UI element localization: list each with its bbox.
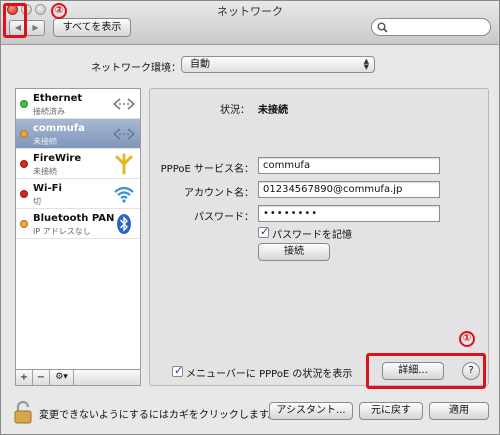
location-value: 自動 [190, 59, 210, 70]
show-all-button[interactable]: すべてを表示 [53, 18, 131, 37]
status-dot-icon [20, 130, 28, 138]
firewire-icon [115, 153, 133, 175]
revert-button[interactable]: 元に戻す [359, 402, 423, 420]
status-label: 状況： [220, 105, 250, 116]
show-pppoe-status-checkbox[interactable]: ✓ [172, 364, 184, 377]
status-dot-icon [20, 160, 28, 168]
show-pppoe-status-label: メニューバーに PPPoE の状況を表示 [186, 369, 353, 380]
window-title: ネットワーク [217, 5, 283, 18]
service-detail-panel: 状況： 未接続 PPPoE サービス名： commufa アカウント名： 012… [149, 88, 489, 386]
service-name: Wi-Fi [33, 183, 62, 194]
service-item-ethernet[interactable]: Ethernet 接続済み [16, 89, 140, 119]
bluetooth-icon [117, 214, 131, 234]
account-name-field[interactable]: 01234567890@commufa.jp [258, 181, 440, 198]
annotation-highlight-advanced [366, 353, 486, 389]
service-item-firewire[interactable]: FireWire 未接続 [16, 149, 140, 179]
service-status: IP アドレスなし [33, 227, 91, 236]
password-label: パスワード： [194, 212, 254, 223]
password-field[interactable]: •••••••• [258, 205, 440, 222]
service-item-wifi[interactable]: Wi-Fi 切 [16, 179, 140, 209]
location-select[interactable]: 自動 ▲ ▼ [181, 56, 375, 73]
lock-instruction-text: 変更できないようにするにはカギをクリックします。 [39, 410, 278, 421]
service-status: 接続済み [33, 107, 65, 116]
service-status: 切 [33, 197, 41, 206]
action-menu-button[interactable]: ⚙▾ [50, 370, 74, 385]
annotation-marker-1: ① [459, 331, 475, 347]
search-field[interactable] [371, 18, 491, 36]
ethernet-icon [113, 128, 135, 140]
checkmark-icon: ✓ [174, 364, 184, 377]
service-name: Ethernet [33, 93, 83, 104]
service-name: Bluetooth PAN [33, 213, 115, 224]
wifi-icon [114, 186, 134, 203]
annotation-highlight-back [3, 3, 27, 38]
assistant-button[interactable]: アシスタント... [269, 402, 353, 420]
pppoe-service-name-field[interactable]: commufa [258, 157, 440, 174]
service-name: FireWire [33, 153, 82, 164]
connect-button[interactable]: 接続 [258, 243, 330, 261]
service-status: 未接続 [33, 137, 57, 146]
remember-password-checkbox[interactable]: ✓ [258, 225, 270, 238]
network-preferences-window: ネットワーク ◀ ▶ すべてを表示 ② ネットワーク環境： 自動 ▲ ▼ Ethe… [0, 0, 500, 435]
account-name-label: アカウント名： [184, 188, 254, 199]
ethernet-icon [113, 98, 135, 110]
status-dot-icon [20, 190, 28, 198]
service-list-toolbar: + − ⚙▾ [15, 370, 141, 386]
service-list: Ethernet 接続済み commufa 未接続 FireWire 未接続 W… [15, 88, 141, 370]
status-dot-icon [20, 220, 28, 228]
location-label: ネットワーク環境： [91, 63, 181, 74]
select-arrows-icon: ▲ ▼ [363, 57, 369, 71]
status-value: 未接続 [258, 105, 288, 116]
forward-button[interactable]: ▶ [27, 20, 45, 36]
annotation-marker-2: ② [51, 3, 67, 19]
service-item-bluetooth-pan[interactable]: Bluetooth PAN IP アドレスなし [16, 209, 140, 239]
toolbar: ネットワーク ◀ ▶ すべてを表示 [1, 1, 499, 45]
apply-button[interactable]: 適用 [429, 402, 489, 420]
service-name: commufa [33, 123, 85, 134]
add-service-button[interactable]: + [16, 370, 33, 385]
remember-password-label: パスワードを記憶 [272, 230, 352, 241]
remove-service-button[interactable]: − [33, 370, 50, 385]
service-item-commufa[interactable]: commufa 未接続 [16, 119, 140, 149]
service-status: 未接続 [33, 167, 57, 176]
status-dot-icon [20, 100, 28, 108]
search-icon [377, 22, 388, 33]
pppoe-service-name-label: PPPoE サービス名： [160, 164, 254, 175]
checkmark-icon: ✓ [260, 225, 270, 238]
lock-icon[interactable] [13, 400, 33, 424]
